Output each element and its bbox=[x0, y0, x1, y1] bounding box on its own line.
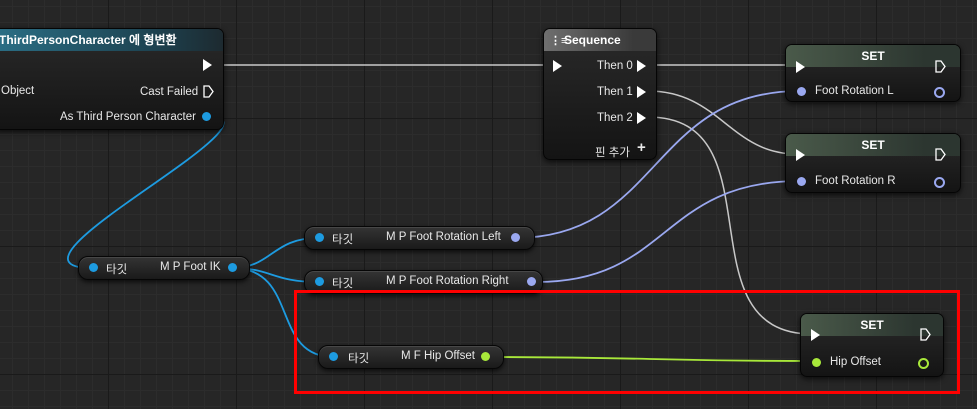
set-l-input-label: Foot Rotation L bbox=[815, 85, 894, 97]
set-r-input-label: Foot Rotation R bbox=[815, 175, 896, 187]
sequence-icon: ⋮≡ bbox=[550, 35, 568, 47]
highlight-box bbox=[294, 290, 960, 394]
cast-node-title: ThirdPersonCharacter 에 형변환 bbox=[0, 29, 223, 51]
foot-ik-out-pin[interactable] bbox=[228, 263, 237, 272]
rot-left-name-label: M P Foot Rotation Left bbox=[386, 231, 501, 243]
set-foot-rotation-r-node[interactable]: SET Foot Rotation R bbox=[785, 133, 961, 193]
exec-outline-icon bbox=[203, 85, 214, 98]
sequence-then1-pin[interactable] bbox=[637, 86, 646, 98]
set-r-rotator-out-pin[interactable] bbox=[934, 177, 945, 188]
foot-rotation-left-getter-node[interactable]: 타깃 M P Foot Rotation Left bbox=[304, 226, 535, 250]
sequence-exec-in-pin[interactable] bbox=[553, 60, 562, 72]
foot-ik-target-label: 타깃 bbox=[106, 264, 128, 276]
rot-right-name-label: M P Foot Rotation Right bbox=[386, 275, 509, 287]
sequence-then0-pin[interactable] bbox=[637, 60, 646, 72]
set-node-title: SET bbox=[786, 134, 960, 156]
cast-to-third-person-node[interactable]: ThirdPersonCharacter 에 형변환 Object Cast F… bbox=[0, 28, 224, 130]
cast-object-label: Object bbox=[1, 85, 35, 97]
set-foot-rotation-l-node[interactable]: SET Foot Rotation L bbox=[785, 44, 961, 102]
sequence-then2-label: Then 2 bbox=[597, 112, 633, 124]
sequence-then1-label: Then 1 bbox=[597, 86, 633, 98]
cast-failed-label: Cast Failed bbox=[140, 86, 199, 98]
set-l-exec-in-pin[interactable] bbox=[796, 61, 805, 73]
sequence-then2-pin[interactable] bbox=[637, 112, 646, 124]
set-r-rotator-in-pin[interactable] bbox=[797, 177, 806, 186]
cast-failed-exec-pin[interactable] bbox=[203, 85, 214, 101]
rot-right-target-pin[interactable] bbox=[315, 277, 324, 286]
rot-left-target-label: 타깃 bbox=[332, 234, 354, 246]
set-l-rotator-out-pin[interactable] bbox=[934, 87, 945, 98]
exec-outline-icon bbox=[935, 60, 946, 73]
rot-right-out-pin[interactable] bbox=[527, 277, 536, 286]
cast-exec-out-pin[interactable] bbox=[203, 59, 212, 71]
rot-left-target-pin[interactable] bbox=[315, 233, 324, 242]
set-l-rotator-in-pin[interactable] bbox=[797, 87, 806, 96]
foot-ik-name-label: M P Foot IK bbox=[160, 261, 221, 273]
cast-as-label: As Third Person Character bbox=[60, 111, 196, 123]
foot-ik-target-pin[interactable] bbox=[89, 263, 98, 272]
sequence-node[interactable]: ⋮≡Sequence Then 0 Then 1 Then 2 핀 추가 + bbox=[543, 28, 657, 160]
sequence-title: Sequence bbox=[564, 33, 621, 47]
rot-right-target-label: 타깃 bbox=[332, 278, 354, 290]
exec-outline-icon bbox=[935, 148, 946, 161]
sequence-then0-label: Then 0 bbox=[597, 60, 633, 72]
set-r-exec-out-pin[interactable] bbox=[935, 148, 946, 164]
exec-wire-then1-to-set-r bbox=[647, 90, 798, 155]
rot-left-out-pin[interactable] bbox=[511, 233, 520, 242]
object-wire-as-to-foot-ik bbox=[67, 115, 225, 269]
set-node-title: SET bbox=[786, 45, 960, 67]
cast-as-object-pin[interactable] bbox=[202, 112, 211, 121]
foot-ik-getter-node[interactable]: 타깃 M P Foot IK bbox=[78, 256, 250, 280]
add-pin-plus-icon[interactable]: + bbox=[637, 139, 646, 156]
set-l-exec-out-pin[interactable] bbox=[935, 60, 946, 76]
set-r-exec-in-pin[interactable] bbox=[796, 149, 805, 161]
add-pin-label[interactable]: 핀 추가 bbox=[595, 144, 630, 160]
rotator-wire-right bbox=[536, 180, 801, 283]
